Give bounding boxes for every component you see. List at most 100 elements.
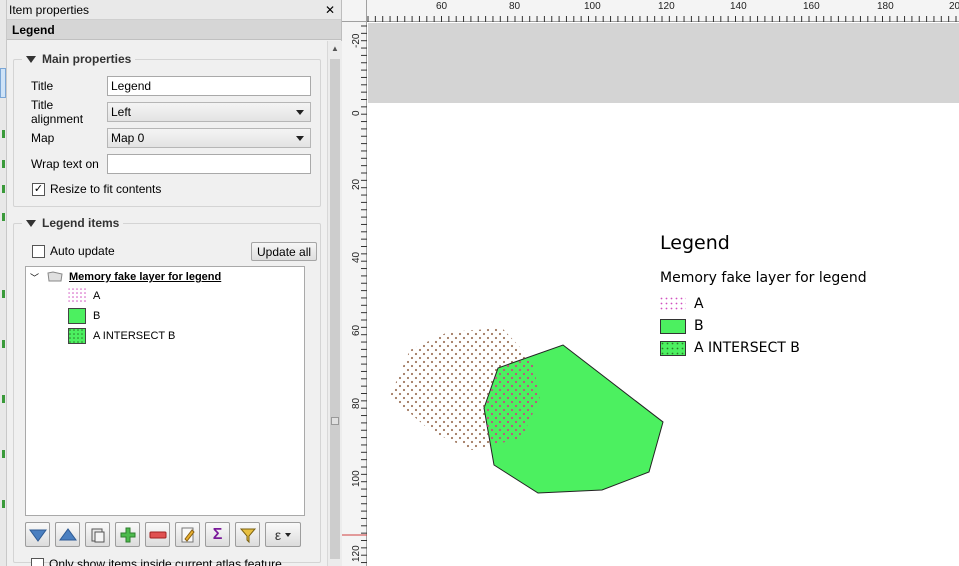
legend-title: Legend [660,232,730,254]
selected-tool-indicator[interactable] [0,68,6,98]
chevron-down-icon [296,135,304,141]
legend-tree-item-b[interactable]: B [68,307,100,325]
legend-entry-label: A INTERSECT B [694,340,800,356]
resize-checkbox[interactable]: ✓ [32,182,45,196]
legend-entry-a: A [660,296,704,312]
resize-row: ✓ Resize to fit contents [32,179,161,199]
panel-scrollbar[interactable]: ▲ [327,41,342,566]
only-show-checkbox[interactable] [31,557,44,566]
map-label: Map [31,131,55,145]
ruler-label: 120 [658,1,675,12]
item-type-header: Legend [7,20,341,40]
layer-node[interactable]: ﹀ Memory fake layer for legend [30,268,221,286]
title-alignment-row: Title alignment [31,98,106,126]
tool-marker[interactable] [2,395,5,403]
move-down-icon[interactable] [25,522,50,547]
wrap-text-input[interactable] [107,154,311,174]
ruler-label: 140 [730,1,747,12]
ruler-ticks [367,16,957,22]
tool-marker[interactable] [2,450,5,458]
layer-node-label: Memory fake layer for legend [69,271,222,283]
horizontal-ruler[interactable]: 60 80 100 120 140 160 180 20 [342,0,959,22]
legend-entry-label: B [694,318,704,334]
tool-marker[interactable] [2,340,5,348]
main-properties-header[interactable]: Main properties [22,52,136,66]
auto-update-label: Auto update [50,244,115,258]
ruler-label: 20 [949,1,959,12]
only-show-label: Only show items inside current atlas fea… [49,557,282,566]
fill-symbol-icon [660,318,686,334]
panel-title: Item properties [9,2,90,17]
main-properties-group: Main properties Title Legend Title align… [13,52,321,207]
ruler-label: 80 [509,1,521,12]
expression-icon[interactable]: ε [265,522,301,547]
title-alignment-value: Left [111,105,132,119]
tool-marker[interactable] [2,500,5,508]
scroll-thumb[interactable] [330,59,340,559]
legend-items-toolbar: Σ ε [25,522,301,548]
close-icon[interactable]: ✕ [323,3,337,17]
ruler-label: 60 [436,1,448,12]
scroll-grip[interactable] [331,417,339,425]
legend-tree[interactable]: ﹀ Memory fake layer for legend A B A INT… [25,266,305,516]
tool-marker[interactable] [2,130,5,138]
auto-update-row: Auto update [32,241,115,261]
filter-icon[interactable] [235,522,260,547]
resize-label: Resize to fit contents [50,182,162,196]
collapse-triangle-icon [26,219,36,227]
update-all-button[interactable]: Update all [251,242,318,261]
layout-canvas[interactable]: 60 80 100 120 140 160 180 20 -20 0 20 40… [342,0,959,566]
title-alignment-select[interactable]: Left [107,102,311,122]
ruler-label: 80 [351,397,362,409]
ruler-label: 120 [351,545,362,562]
dot-pattern-symbol-icon [68,288,86,304]
properties-scroll-area: Main properties Title Legend Title align… [7,41,327,566]
tool-marker[interactable] [2,185,5,193]
tool-marker[interactable] [2,213,5,221]
ruler-label: 100 [584,1,601,12]
chevron-down-icon[interactable]: ﹀ [30,271,39,284]
sum-icon[interactable]: Σ [205,522,230,547]
map-value: Map 0 [111,131,145,145]
wrap-row: Wrap text on [31,154,106,174]
ruler-label: 180 [877,1,894,12]
legend-items-header[interactable]: Legend items [22,216,124,230]
tree-item-label: B [93,310,101,322]
ruler-label: 100 [351,470,362,487]
chevron-down-icon[interactable] [285,532,292,537]
legend-entry-label: A [694,296,704,312]
remove-icon[interactable] [145,522,170,547]
move-up-icon[interactable] [55,522,80,547]
tree-item-label: A [93,290,101,302]
item-properties-panel: Item properties ✕ Legend Main properties… [7,0,342,566]
legend-layer-name: Memory fake layer for legend [660,270,867,286]
add-icon[interactable] [115,522,140,547]
scroll-up-icon[interactable]: ▲ [331,44,339,53]
epsilon-icon: ε [274,526,282,543]
legend-tree-item-intersect[interactable]: A INTERSECT B [68,327,175,345]
tool-marker[interactable] [2,160,5,168]
tool-marker[interactable] [2,290,5,298]
intersect-symbol-icon [68,328,86,344]
ruler-label: 60 [351,324,362,336]
dot-pattern-symbol-icon [660,296,686,312]
legend-items-title: Legend items [42,216,120,230]
ruler-label: 40 [351,251,362,263]
legend-entry-b: B [660,318,704,334]
collapse-triangle-icon [26,55,36,63]
chevron-down-icon [296,109,304,115]
group-icon[interactable] [85,522,110,547]
legend-tree-item-a[interactable]: A [68,287,100,305]
edit-icon[interactable] [175,522,200,547]
title-label: Title [31,79,54,93]
map-row: Map [31,128,106,148]
ruler-corner [342,0,367,22]
auto-update-checkbox[interactable] [32,244,45,258]
map-select[interactable]: Map 0 [107,128,311,148]
panel-titlebar: Item properties ✕ [7,0,341,20]
fill-symbol-icon [68,308,86,324]
only-show-row: Only show items inside current atlas fea… [31,554,282,566]
left-toolbar-strip [0,0,7,566]
vertical-ruler[interactable]: -20 0 20 40 60 80 100 120 [342,22,367,566]
title-input[interactable]: Legend [107,76,311,96]
